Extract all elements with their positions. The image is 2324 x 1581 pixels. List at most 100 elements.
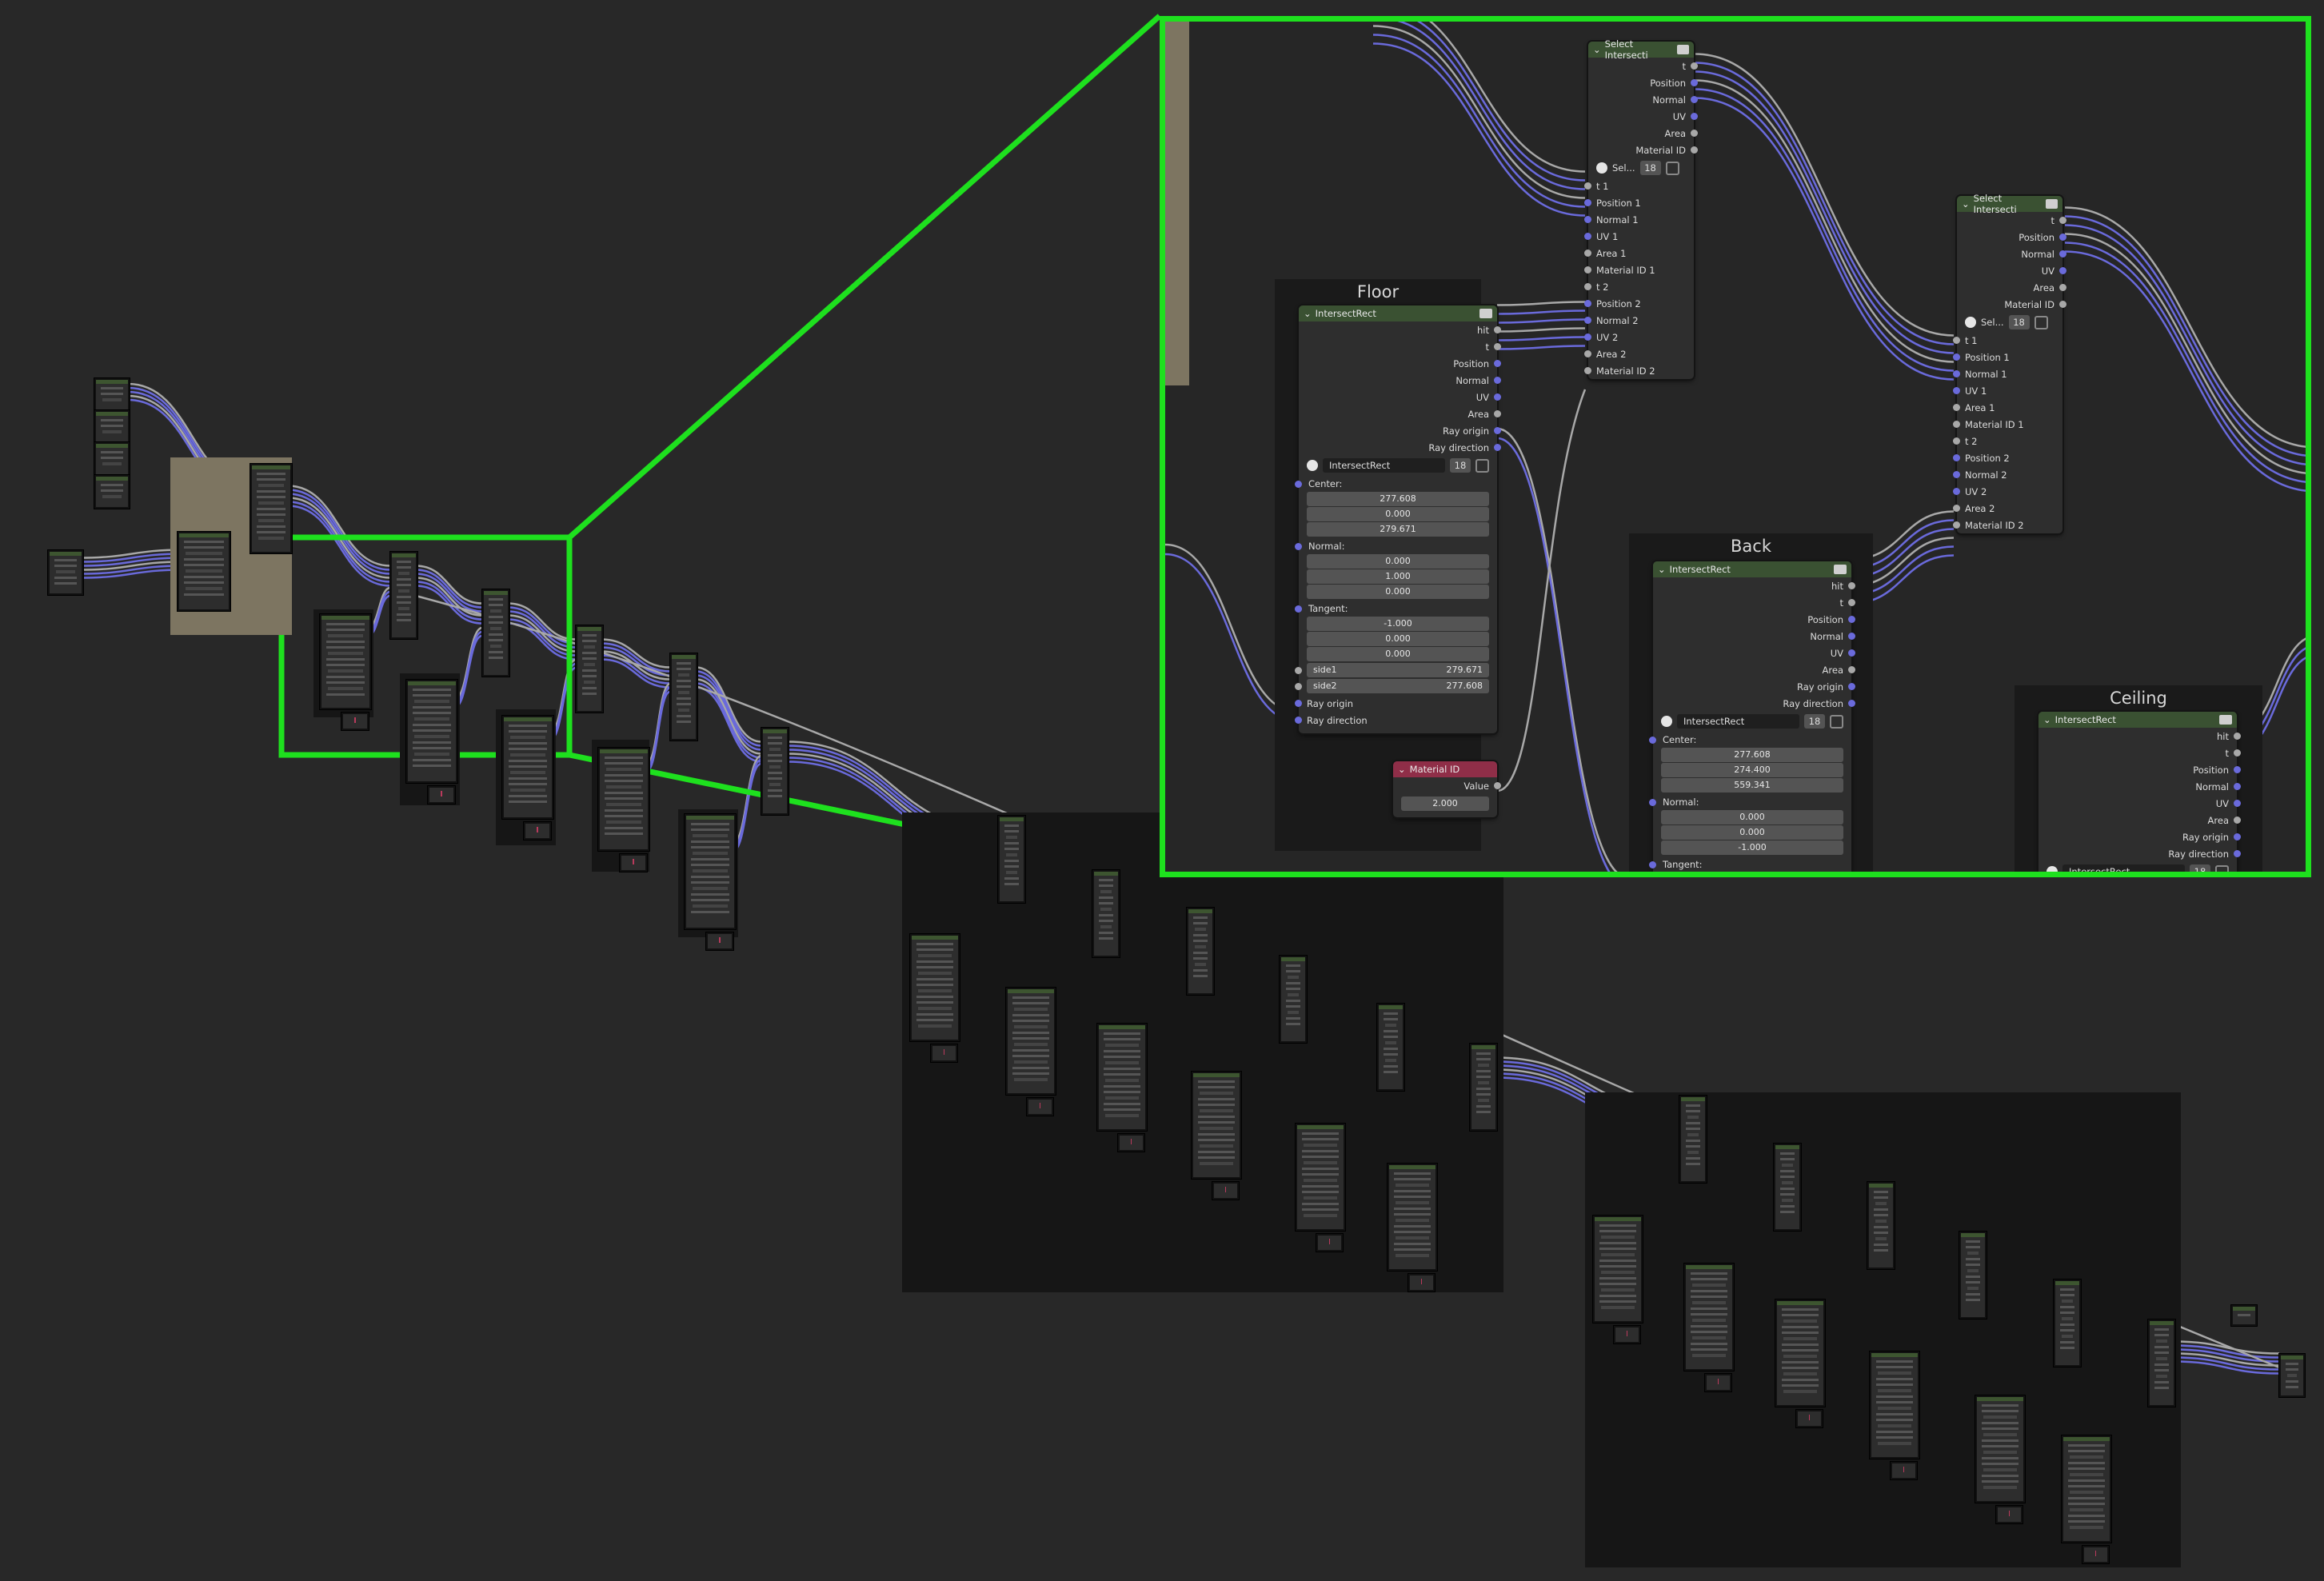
material-id-thumbnail[interactable] <box>524 822 551 840</box>
output-socket[interactable] <box>1494 360 1501 367</box>
node-thumbnail[interactable] <box>2148 1319 2175 1407</box>
node-thumbnail[interactable] <box>1377 1004 1404 1091</box>
center-y-field[interactable]: 0.000 <box>1307 507 1489 521</box>
datablock-selector[interactable]: IntersectRect 18 <box>1661 713 1843 730</box>
collapse-chevron-icon[interactable]: ⌄ <box>1593 44 1601 55</box>
input-socket[interactable] <box>1584 233 1591 240</box>
input-socket[interactable] <box>1584 367 1591 374</box>
collapse-chevron-icon[interactable]: ⌄ <box>1304 308 1312 319</box>
output-socket[interactable] <box>2059 217 2066 224</box>
input-socket[interactable] <box>1584 350 1591 357</box>
input-socket[interactable] <box>1584 199 1591 206</box>
input-socket[interactable] <box>1584 266 1591 273</box>
material-id-thumbnail[interactable] <box>1614 1326 1641 1343</box>
node-thumbnail[interactable] <box>94 475 130 509</box>
input-socket[interactable] <box>1953 437 1960 445</box>
output-socket[interactable] <box>2234 783 2241 790</box>
input-socket[interactable] <box>1295 543 1302 550</box>
output-socket[interactable] <box>1494 444 1501 451</box>
output-socket[interactable] <box>1848 700 1855 707</box>
output-socket[interactable] <box>2234 766 2241 773</box>
output-socket[interactable] <box>2059 284 2066 291</box>
fake-user-shield-icon[interactable] <box>1665 161 1679 175</box>
material-id-thumbnail[interactable] <box>1705 1374 1732 1391</box>
output-socket[interactable] <box>1848 599 1855 606</box>
node-thumbnail[interactable] <box>910 934 960 1041</box>
input-socket[interactable] <box>1584 250 1591 257</box>
fake-user-shield-icon[interactable] <box>2034 315 2048 329</box>
floor-intersect-rect-node[interactable]: ⌄ IntersectRect hit t Position Normal UV Area R… <box>1295 305 1501 733</box>
datablock-selector[interactable]: IntersectRect 18 <box>1307 457 1489 474</box>
node-thumbnail[interactable] <box>761 728 789 815</box>
ceiling-intersect-rect-node[interactable]: ⌄ IntersectRect hit t Position Normal UV Area R… <box>2038 712 2241 872</box>
output-socket[interactable] <box>2059 234 2066 241</box>
center-x-field[interactable]: 277.608 <box>1307 492 1489 506</box>
material-id-thumbnail[interactable] <box>428 786 455 804</box>
input-socket[interactable] <box>1649 861 1656 868</box>
output-socket[interactable] <box>1691 130 1698 137</box>
input-socket[interactable] <box>1295 667 1302 674</box>
output-socket[interactable] <box>1691 146 1698 154</box>
side1-field[interactable]: side1 279.671 <box>1295 663 1489 677</box>
input-socket[interactable] <box>1584 182 1591 190</box>
output-socket[interactable] <box>1691 62 1698 70</box>
output-socket[interactable] <box>1494 427 1501 434</box>
output-socket[interactable] <box>1848 683 1855 690</box>
node-thumbnail[interactable] <box>1280 956 1307 1043</box>
node-thumbnail[interactable] <box>320 614 371 709</box>
normal-y-field[interactable]: 0.000 <box>1661 825 1843 840</box>
normal-x-field[interactable]: 0.000 <box>1661 810 1843 824</box>
select-intersection-node-a[interactable]: ⌄ Select Intersecti t Position Normal UV Area… <box>1584 38 1698 379</box>
fake-user-shield-icon[interactable] <box>2215 864 2229 872</box>
output-socket[interactable] <box>2059 301 2066 308</box>
normal-z-field[interactable]: 0.000 <box>1307 585 1489 599</box>
material-id-thumbnail[interactable] <box>1891 1462 1918 1479</box>
fake-user-shield-icon[interactable] <box>1475 458 1489 473</box>
input-socket[interactable] <box>1295 605 1302 613</box>
material-id-thumbnail[interactable] <box>1118 1134 1145 1152</box>
material-id-thumbnail[interactable] <box>1316 1234 1344 1252</box>
output-socket[interactable] <box>1494 343 1501 350</box>
node-thumbnail[interactable] <box>576 625 603 713</box>
output-socket[interactable] <box>2234 816 2241 824</box>
input-socket[interactable] <box>1953 387 1960 394</box>
input-socket[interactable] <box>1584 317 1591 324</box>
output-socket[interactable] <box>1691 113 1698 120</box>
node-thumbnail[interactable] <box>390 552 417 639</box>
input-socket[interactable] <box>1649 799 1656 806</box>
node-thumbnail[interactable] <box>178 532 230 611</box>
datablock-selector[interactable]: Sel... 18 <box>1596 159 1686 177</box>
datablock-selector[interactable]: IntersectRect 18 <box>2046 863 2229 872</box>
node-thumbnail[interactable] <box>1470 1044 1497 1131</box>
node-thumbnail[interactable] <box>1192 1072 1241 1179</box>
center-z-field[interactable]: 279.671 <box>1307 522 1489 537</box>
node-thumbnail[interactable] <box>2054 1280 2081 1367</box>
output-socket[interactable] <box>2234 749 2241 757</box>
input-socket[interactable] <box>1584 333 1591 341</box>
collapse-chevron-icon[interactable]: ⌄ <box>1962 198 1970 210</box>
center-z-field[interactable]: 559.341 <box>1661 778 1843 792</box>
output-socket[interactable] <box>2234 800 2241 807</box>
node-thumbnail[interactable] <box>1679 1096 1707 1183</box>
input-socket[interactable] <box>1953 505 1960 512</box>
output-socket[interactable] <box>1691 79 1698 86</box>
material-id-thumbnail[interactable] <box>931 1044 958 1062</box>
node-thumbnail[interactable] <box>1959 1232 1987 1319</box>
input-socket[interactable] <box>1953 454 1960 461</box>
material-id-thumbnail[interactable] <box>620 854 647 872</box>
normal-y-field[interactable]: 1.000 <box>1307 569 1489 584</box>
node-thumbnail[interactable] <box>250 464 292 553</box>
node-thumbnail[interactable] <box>482 589 509 677</box>
node-thumbnail[interactable] <box>94 410 130 444</box>
input-socket[interactable] <box>1953 337 1960 344</box>
node-thumbnail[interactable] <box>1296 1124 1345 1231</box>
tangent-z-field[interactable]: 0.000 <box>1307 647 1489 661</box>
output-socket[interactable] <box>2234 733 2241 740</box>
node-thumbnail[interactable] <box>94 378 130 412</box>
node-thumbnail[interactable] <box>2279 1354 2305 1397</box>
node-thumbnail[interactable] <box>1774 1144 1801 1231</box>
node-thumbnail[interactable] <box>1388 1164 1437 1271</box>
output-socket[interactable] <box>2059 250 2066 258</box>
node-thumbnail[interactable] <box>1097 1024 1147 1131</box>
output-socket[interactable] <box>1848 616 1855 623</box>
